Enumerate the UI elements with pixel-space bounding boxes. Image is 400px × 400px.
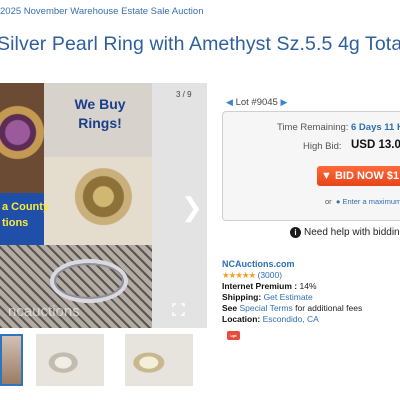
next-lot-icon[interactable]: ▶	[280, 97, 287, 107]
see-label: See	[222, 303, 238, 313]
prev-lot-icon[interactable]: ◀	[226, 97, 233, 107]
watermark: ncauctions	[8, 303, 80, 320]
breadcrumb[interactable]: 2025 November Warehouse Estate Sale Auct…	[0, 6, 204, 17]
thumbnail-3[interactable]	[125, 334, 193, 386]
time-remaining-label: Time Remaining:	[277, 122, 349, 133]
enter-maximum-link[interactable]: Enter a maximum	[342, 197, 400, 206]
help-row[interactable]: i Need help with bidding	[290, 227, 400, 238]
help-text: Need help with bidding	[304, 227, 400, 239]
expand-icon[interactable]	[172, 303, 185, 316]
high-bid-label: High Bid:	[303, 141, 342, 152]
thumbnail-1[interactable]	[0, 334, 23, 386]
rating-count: (3000)	[257, 270, 283, 280]
seller-badge-icon[interactable]: upt	[227, 331, 240, 340]
bid-now-button[interactable]: ▼ BID NOW $1	[317, 166, 400, 186]
terms-row: See Special Terms for additional fees	[222, 303, 362, 313]
lot-nav: ◀ Lot #9045 ▶	[226, 97, 287, 108]
promo-text: We Buy Rings!	[55, 95, 145, 133]
max-bid-row: or ● Enter a maximum	[325, 197, 400, 206]
gold-ring-photo	[44, 157, 152, 245]
next-image-icon[interactable]: ❯	[181, 194, 203, 220]
bid-icon: ▼	[321, 170, 332, 182]
rating-stars-icon: ★★★★★	[222, 270, 256, 280]
premium-value: 14%	[299, 281, 317, 291]
get-estimate-link[interactable]: Get Estimate	[264, 292, 313, 302]
terms-suffix: for additional fees	[295, 303, 363, 313]
seller-name-link[interactable]: NCAuctions.com	[222, 259, 295, 269]
promo-line-1: We Buy	[74, 96, 126, 112]
county-line-1: a County	[2, 201, 50, 213]
amethyst-ring-photo	[0, 83, 44, 193]
location-label: Location:	[222, 314, 261, 324]
image-counter: 3 / 9	[176, 90, 192, 99]
thumbnail-2[interactable]	[36, 334, 104, 386]
internet-premium-row: Internet Premium : 14%	[222, 281, 317, 291]
special-terms-link[interactable]: Special Terms	[240, 303, 293, 313]
shipping-row: Shipping: Get Estimate	[222, 292, 313, 302]
county-line-2: tions	[2, 217, 29, 229]
shipping-label: Shipping:	[222, 292, 262, 302]
promo-line-2: Rings!	[78, 115, 122, 131]
location-value[interactable]: Escondido, CA	[263, 314, 319, 324]
page-title: Silver Pearl Ring with Amethyst Sz.5.5 4…	[0, 33, 400, 55]
max-bid-icon: ●	[335, 197, 341, 206]
or-text: or	[325, 197, 332, 206]
location-row: Location: Escondido, CA	[222, 314, 319, 324]
main-product-image[interactable]: We Buy Rings! a County tions ncauctions	[0, 83, 152, 328]
silver-ring	[50, 259, 128, 303]
seller-rating[interactable]: ★★★★★ (3000)	[222, 270, 282, 281]
bid-now-label: BID NOW $1	[334, 170, 400, 182]
premium-label: Internet Premium :	[222, 281, 298, 291]
info-icon: i	[290, 227, 301, 238]
time-remaining-value: 6 Days 11 H	[351, 122, 400, 133]
lot-number: Lot #9045	[235, 97, 278, 108]
high-bid-value: USD 13.00	[351, 139, 400, 151]
